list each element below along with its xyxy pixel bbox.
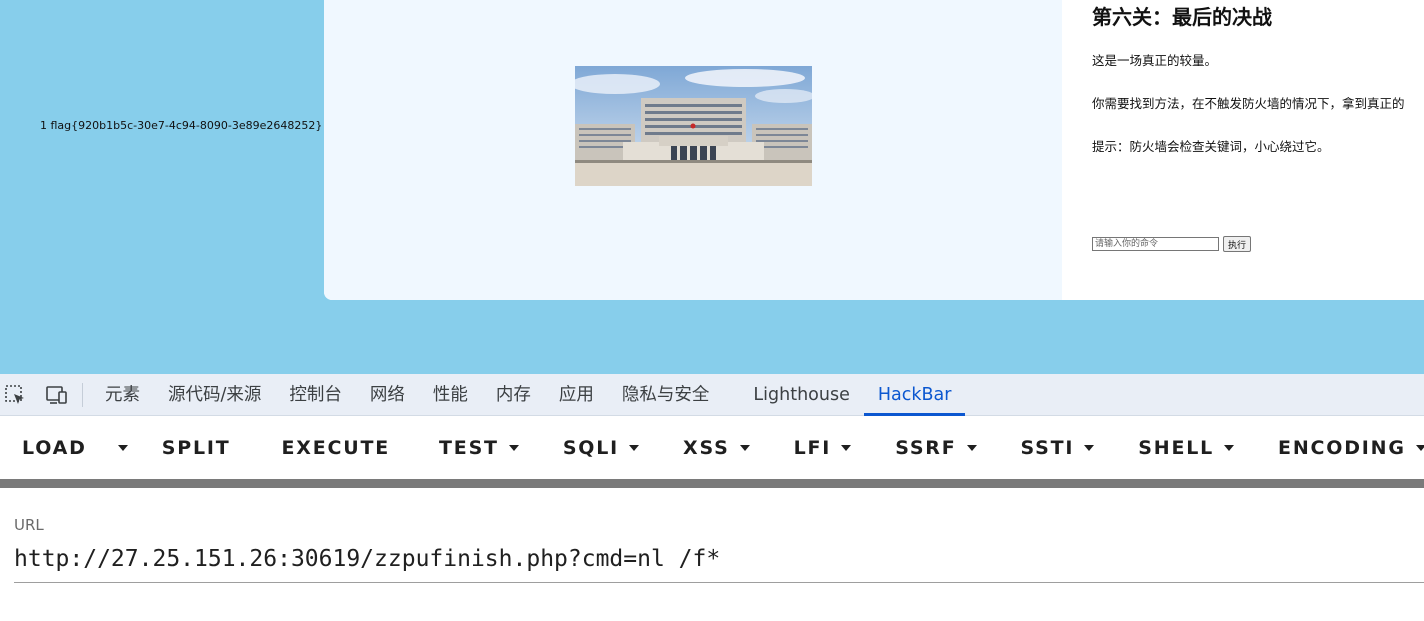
shell-menu-button[interactable]: SHELL: [1138, 436, 1235, 459]
chevron-down-icon: [966, 444, 977, 451]
sqli-menu-button[interactable]: SQLI: [562, 436, 640, 459]
chevron-down-icon: [1224, 444, 1235, 451]
shell-menu-label: SHELL: [1138, 436, 1215, 459]
url-field[interactable]: http://27.25.151.26:30619/zzpufinish.php…: [14, 546, 720, 572]
ssrf-menu-label: SSRF: [895, 436, 957, 459]
split-button[interactable]: SPLIT: [162, 437, 231, 459]
sqli-menu-label: SQLI: [562, 436, 620, 459]
lfi-menu-button[interactable]: LFI: [794, 437, 852, 459]
toolbar-divider: [82, 382, 83, 407]
chevron-down-icon: [1084, 444, 1095, 451]
panel-resize-divider[interactable]: [0, 479, 1424, 488]
execute-button[interactable]: EXECUTE: [282, 437, 391, 459]
page-viewport: 1 flag{920b1b5c-30e7-4c94-8090-3e89e2648…: [0, 0, 1424, 374]
load-options-dropdown[interactable]: [117, 444, 128, 451]
load-button[interactable]: LOAD: [22, 437, 87, 459]
execute-button-label: EXECUTE: [281, 436, 391, 459]
test-menu-button[interactable]: TEST: [439, 437, 519, 459]
lfi-menu-label: LFI: [793, 436, 832, 459]
card-image-panel: [324, 0, 1062, 300]
tab-lighthouse[interactable]: Lighthouse: [739, 374, 863, 416]
description-line-1: 这是一场真正的较量。: [1092, 53, 1218, 68]
tab-hackbar[interactable]: HackBar: [863, 374, 966, 416]
chevron-down-icon: [739, 444, 750, 451]
level-title: 第六关：最后的决战: [1092, 5, 1272, 29]
challenge-text-panel: 第六关：最后的决战 这是一场真正的较量。 你需要找到方法，在不触发防火墙的情况下…: [1092, 4, 1424, 252]
description-line-2: 你需要找到方法，在不触发防火墙的情况下，拿到真正的: [1092, 96, 1405, 111]
ssti-menu-button[interactable]: SSTI: [1021, 437, 1095, 459]
command-input[interactable]: [1092, 237, 1219, 251]
ssti-menu-label: SSTI: [1020, 436, 1075, 459]
execute-command-button[interactable]: 执行: [1223, 236, 1252, 252]
chevron-down-icon: [1415, 444, 1424, 451]
url-field-label: URL: [14, 516, 44, 534]
test-menu-label: TEST: [439, 436, 499, 459]
ssrf-menu-button[interactable]: SSRF: [895, 436, 977, 459]
command-form: 执行: [1092, 236, 1252, 252]
tab-console[interactable]: 控制台: [275, 374, 356, 416]
command-output-text: 1 flag{920b1b5c-30e7-4c94-8090-3e89e2648…: [40, 119, 323, 132]
tab-application[interactable]: 应用: [545, 374, 608, 416]
tab-privacy-security[interactable]: 隐私与安全: [608, 374, 724, 416]
tab-network[interactable]: 网络: [356, 374, 419, 416]
hint-line: 提示：防火墙会检查关键词，小心绕过它。: [1092, 139, 1330, 154]
encoding-menu-button[interactable]: ENCODING: [1278, 437, 1424, 459]
device-toolbar-icon[interactable]: [42, 374, 72, 416]
tab-performance[interactable]: 性能: [419, 374, 482, 416]
xss-menu-button[interactable]: XSS: [683, 437, 750, 459]
challenge-card: 第六关：最后的决战 这是一场真正的较量。 你需要找到方法，在不触发防火墙的情况下…: [324, 0, 1424, 300]
government-building-photo: [575, 66, 812, 186]
encoding-menu-label: ENCODING: [1278, 436, 1406, 459]
chevron-down-icon: [841, 444, 852, 451]
chevron-down-icon: [117, 444, 128, 451]
chevron-down-icon: [508, 444, 519, 451]
inspect-element-icon[interactable]: [0, 374, 30, 416]
hackbar-toolbar: LOAD SPLIT EXECUTE TEST SQLI XSS LFI SSR…: [0, 416, 1424, 479]
tab-sources[interactable]: 源代码/来源: [154, 374, 275, 416]
devtools-tab-bar: 元素 源代码/来源 控制台 网络 性能 内存 应用 隐私与安全 Lighthou…: [0, 374, 1424, 416]
tab-elements[interactable]: 元素: [91, 374, 154, 416]
xss-menu-label: XSS: [683, 436, 730, 459]
url-field-underline: [14, 582, 1424, 583]
url-editor: URL http://27.25.151.26:30619/zzpufinish…: [0, 488, 1424, 621]
chevron-down-icon: [629, 444, 640, 451]
tab-memory[interactable]: 内存: [482, 374, 545, 416]
load-button-label: LOAD: [22, 436, 87, 459]
split-button-label: SPLIT: [161, 436, 231, 459]
